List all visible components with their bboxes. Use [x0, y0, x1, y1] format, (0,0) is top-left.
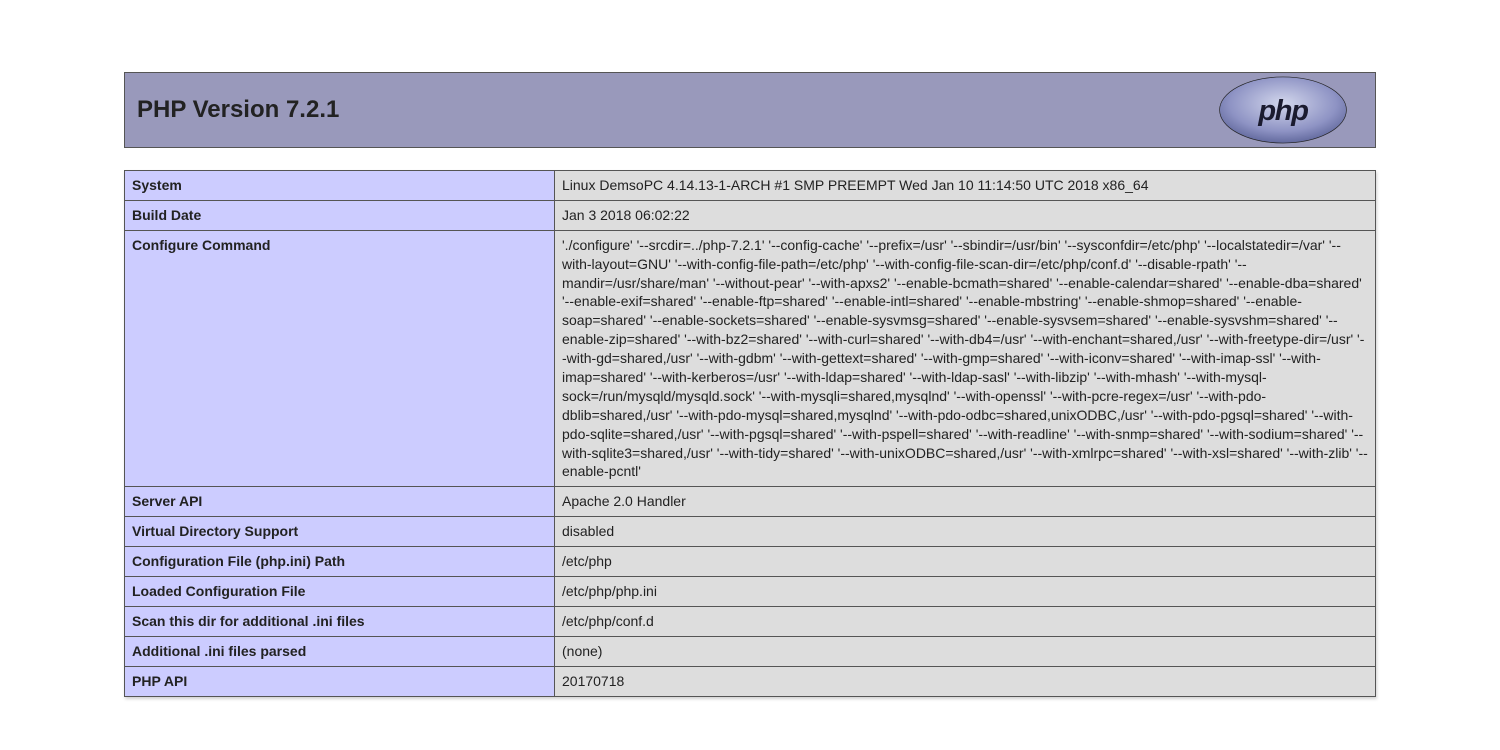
info-label: Build Date [125, 200, 555, 230]
info-value: /etc/php [555, 547, 1376, 577]
info-label: System [125, 171, 555, 201]
info-value: './configure' '--srcdir=../php-7.2.1' '-… [555, 230, 1376, 487]
header-box: PHP Version 7.2.1 php [124, 72, 1376, 148]
table-row: Additional .ini files parsed (none) [125, 636, 1376, 666]
info-value: 20170718 [555, 666, 1376, 696]
info-value: (none) [555, 636, 1376, 666]
info-table: System Linux DemsoPC 4.14.13-1-ARCH #1 S… [124, 170, 1376, 697]
info-label: Virtual Directory Support [125, 517, 555, 547]
info-value: disabled [555, 517, 1376, 547]
info-label: PHP API [125, 666, 555, 696]
info-value: /etc/php/conf.d [555, 606, 1376, 636]
info-value: Linux DemsoPC 4.14.13-1-ARCH #1 SMP PREE… [555, 171, 1376, 201]
info-table-body: System Linux DemsoPC 4.14.13-1-ARCH #1 S… [125, 171, 1376, 697]
info-label: Configuration File (php.ini) Path [125, 547, 555, 577]
table-row: Configure Command './configure' '--srcdi… [125, 230, 1376, 487]
info-label: Scan this dir for additional .ini files [125, 606, 555, 636]
table-row: PHP API 20170718 [125, 666, 1376, 696]
info-label: Configure Command [125, 230, 555, 487]
info-label: Server API [125, 487, 555, 517]
table-row: Server API Apache 2.0 Handler [125, 487, 1376, 517]
info-value: /etc/php/php.ini [555, 577, 1376, 607]
phpinfo-page: PHP Version 7.2.1 php System Linux Demso… [124, 0, 1376, 697]
table-row: Scan this dir for additional .ini files … [125, 606, 1376, 636]
table-row: Loaded Configuration File /etc/php/php.i… [125, 577, 1376, 607]
info-value: Jan 3 2018 06:02:22 [555, 200, 1376, 230]
table-row: Build Date Jan 3 2018 06:02:22 [125, 200, 1376, 230]
table-row: Configuration File (php.ini) Path /etc/p… [125, 547, 1376, 577]
table-row: System Linux DemsoPC 4.14.13-1-ARCH #1 S… [125, 171, 1376, 201]
page-title: PHP Version 7.2.1 [137, 96, 339, 124]
php-logo-icon: php [1203, 75, 1363, 145]
info-value: Apache 2.0 Handler [555, 487, 1376, 517]
svg-text:php: php [1257, 95, 1308, 127]
table-row: Virtual Directory Support disabled [125, 517, 1376, 547]
info-label: Loaded Configuration File [125, 577, 555, 607]
info-label: Additional .ini files parsed [125, 636, 555, 666]
